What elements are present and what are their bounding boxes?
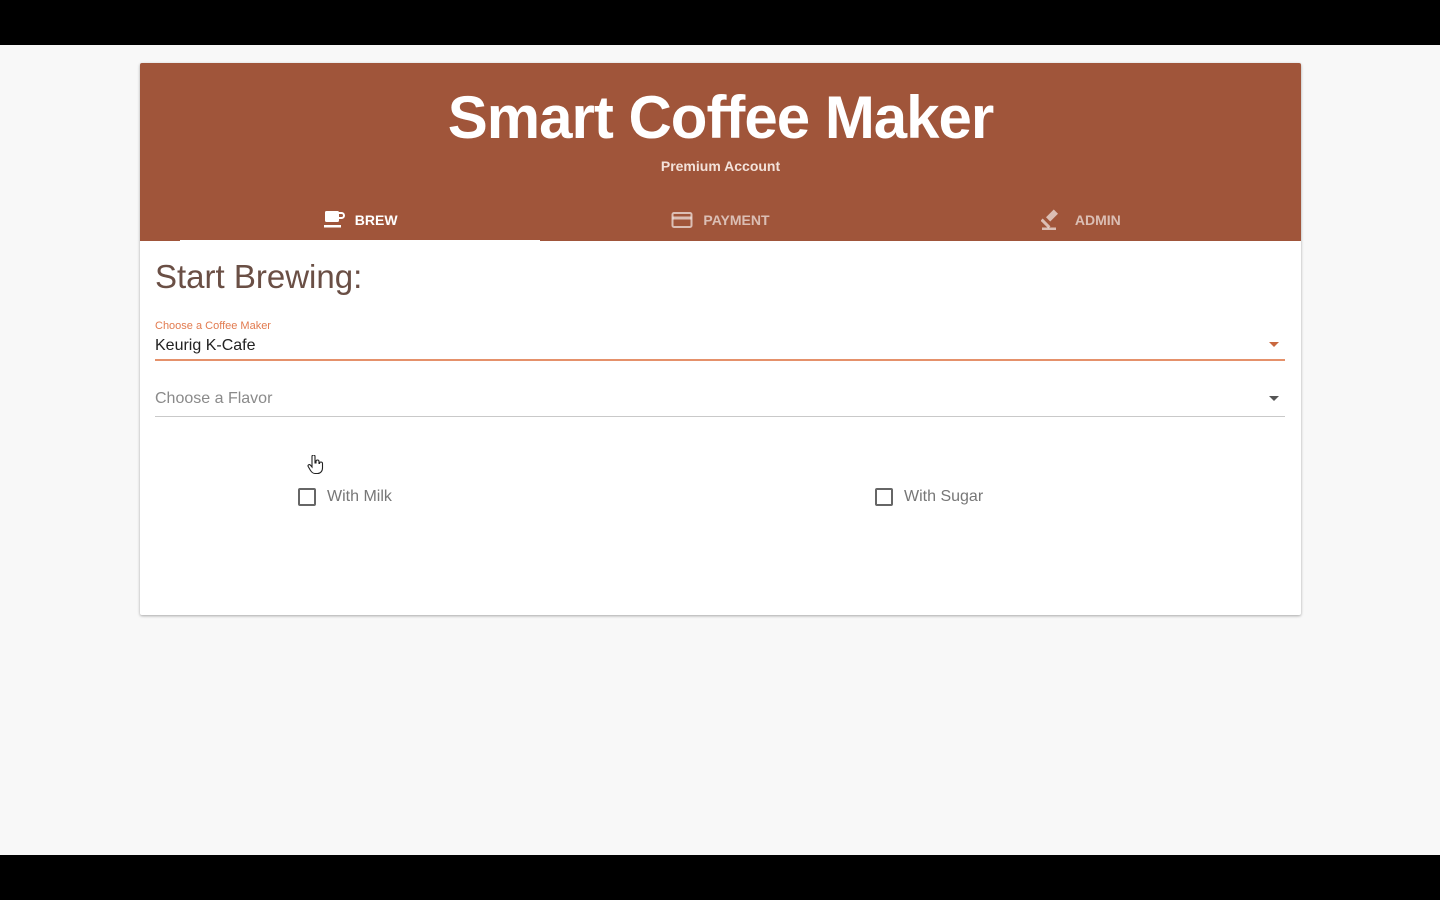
app-title: Smart Coffee Maker bbox=[447, 84, 995, 151]
coffee-maker-select[interactable]: Choose a Coffee Maker Keurig K-Cafe bbox=[155, 320, 1285, 361]
coffee-cup-icon bbox=[323, 210, 345, 230]
gavel-icon bbox=[1040, 209, 1065, 231]
tab-admin-label: ADMIN bbox=[1074, 212, 1121, 228]
chevron-down-icon bbox=[1269, 396, 1279, 401]
page-title: Start Brewing: bbox=[155, 258, 363, 295]
with-milk-checkbox[interactable]: With Milk bbox=[298, 487, 392, 507]
with-milk-label: With Milk bbox=[327, 488, 392, 505]
app-viewport: Smart Coffee Maker Premium Account BREW bbox=[0, 45, 1440, 855]
app-header: Smart Coffee Maker Premium Account BREW bbox=[140, 63, 1301, 243]
with-sugar-checkbox[interactable]: With Sugar bbox=[875, 487, 983, 507]
credit-card-icon bbox=[671, 211, 693, 229]
letterbox-top bbox=[0, 0, 1440, 45]
tab-brew-label: BREW bbox=[354, 212, 398, 228]
milk-checkbox-box[interactable] bbox=[298, 488, 316, 506]
tab-bar: BREW PAYMENT ADMIN bbox=[180, 199, 1261, 243]
tab-payment-label: PAYMENT bbox=[703, 212, 770, 228]
flavor-underline bbox=[155, 416, 1285, 417]
brew-panel: Start Brewing: Choose a Coffee Maker Keu… bbox=[140, 241, 1301, 615]
coffee-maker-value: Keurig K-Cafe bbox=[155, 337, 256, 354]
coffee-maker-underline bbox=[155, 359, 1285, 361]
tab-admin[interactable]: ADMIN bbox=[901, 199, 1261, 241]
sugar-checkbox-box[interactable] bbox=[875, 488, 893, 506]
app-card: Smart Coffee Maker Premium Account BREW bbox=[140, 63, 1301, 615]
tab-payment[interactable]: PAYMENT bbox=[540, 199, 900, 241]
account-type: Premium Account bbox=[660, 158, 781, 174]
flavor-placeholder: Choose a Flavor bbox=[155, 390, 273, 407]
flavor-select[interactable]: Choose a Flavor bbox=[155, 389, 1285, 429]
letterbox-bottom bbox=[0, 855, 1440, 900]
hand-cursor-icon bbox=[307, 454, 325, 480]
chevron-down-icon bbox=[1269, 342, 1279, 347]
tab-brew[interactable]: BREW bbox=[180, 199, 541, 243]
with-sugar-label: With Sugar bbox=[904, 488, 984, 505]
coffee-maker-label: Choose a Coffee Maker bbox=[155, 320, 271, 332]
